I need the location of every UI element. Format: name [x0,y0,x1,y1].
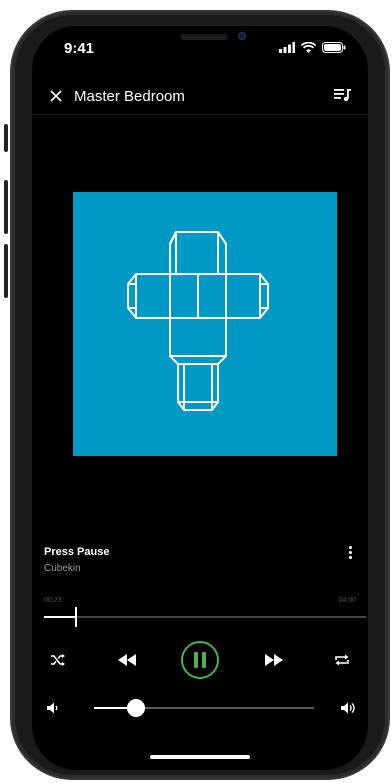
rewind-icon [117,654,136,666]
volume-high-icon [341,702,355,714]
volume-thumb[interactable] [126,699,145,717]
next-button[interactable] [260,646,288,674]
phone-device: 9:41 Master Bedroom Press Pause Cubekin … [4,4,388,780]
progress-bar[interactable] [44,607,366,627]
track-artist: Cubekin [44,563,81,574]
progress-fill [44,616,75,618]
more-icon-dot [348,546,352,549]
fast-forward-icon [264,654,283,666]
queue-button[interactable] [334,88,352,104]
previous-button[interactable] [113,646,141,674]
volume-slider[interactable] [94,699,314,717]
battery-icon [322,42,346,53]
wifi-icon [301,42,316,53]
cube-net-artwork [127,231,269,411]
repeat-button[interactable] [328,646,356,674]
album-art [73,192,337,456]
repeat-icon [335,654,349,666]
volume-up-button-hw [4,180,8,234]
shuffle-button[interactable] [44,646,72,674]
close-icon [50,90,62,102]
close-button[interactable] [48,88,64,104]
header: Master Bedroom [32,76,368,116]
status-icons [279,42,346,53]
header-divider [32,114,368,115]
notch [150,26,250,52]
playback-controls [44,641,356,679]
more-icon-dot [348,556,352,559]
front-camera [238,32,246,40]
shuffle-icon [51,654,65,666]
pause-button[interactable] [181,641,219,679]
queue-icon [334,89,351,102]
volume-down-button[interactable] [46,701,60,720]
elapsed-time: 00:23 [44,597,62,604]
more-icon-dot [348,551,352,554]
volume-down-button-hw [4,244,8,298]
more-options-button[interactable] [344,546,356,562]
volume-low-icon [47,702,58,714]
volume-up-button[interactable] [340,700,356,721]
mute-switch [4,124,8,152]
screen: 9:41 Master Bedroom Press Pause Cubekin … [32,26,368,770]
total-time: 04:00 [338,597,356,604]
earpiece-speaker [180,34,228,40]
volume-row [44,696,356,720]
status-time: 9:41 [64,40,95,57]
signal-icon [279,42,295,53]
room-title: Master Bedroom [74,87,185,105]
home-indicator[interactable] [150,755,250,759]
track-title: Press Pause [44,546,110,558]
pause-icon [194,652,206,668]
progress-thumb[interactable] [74,607,77,627]
